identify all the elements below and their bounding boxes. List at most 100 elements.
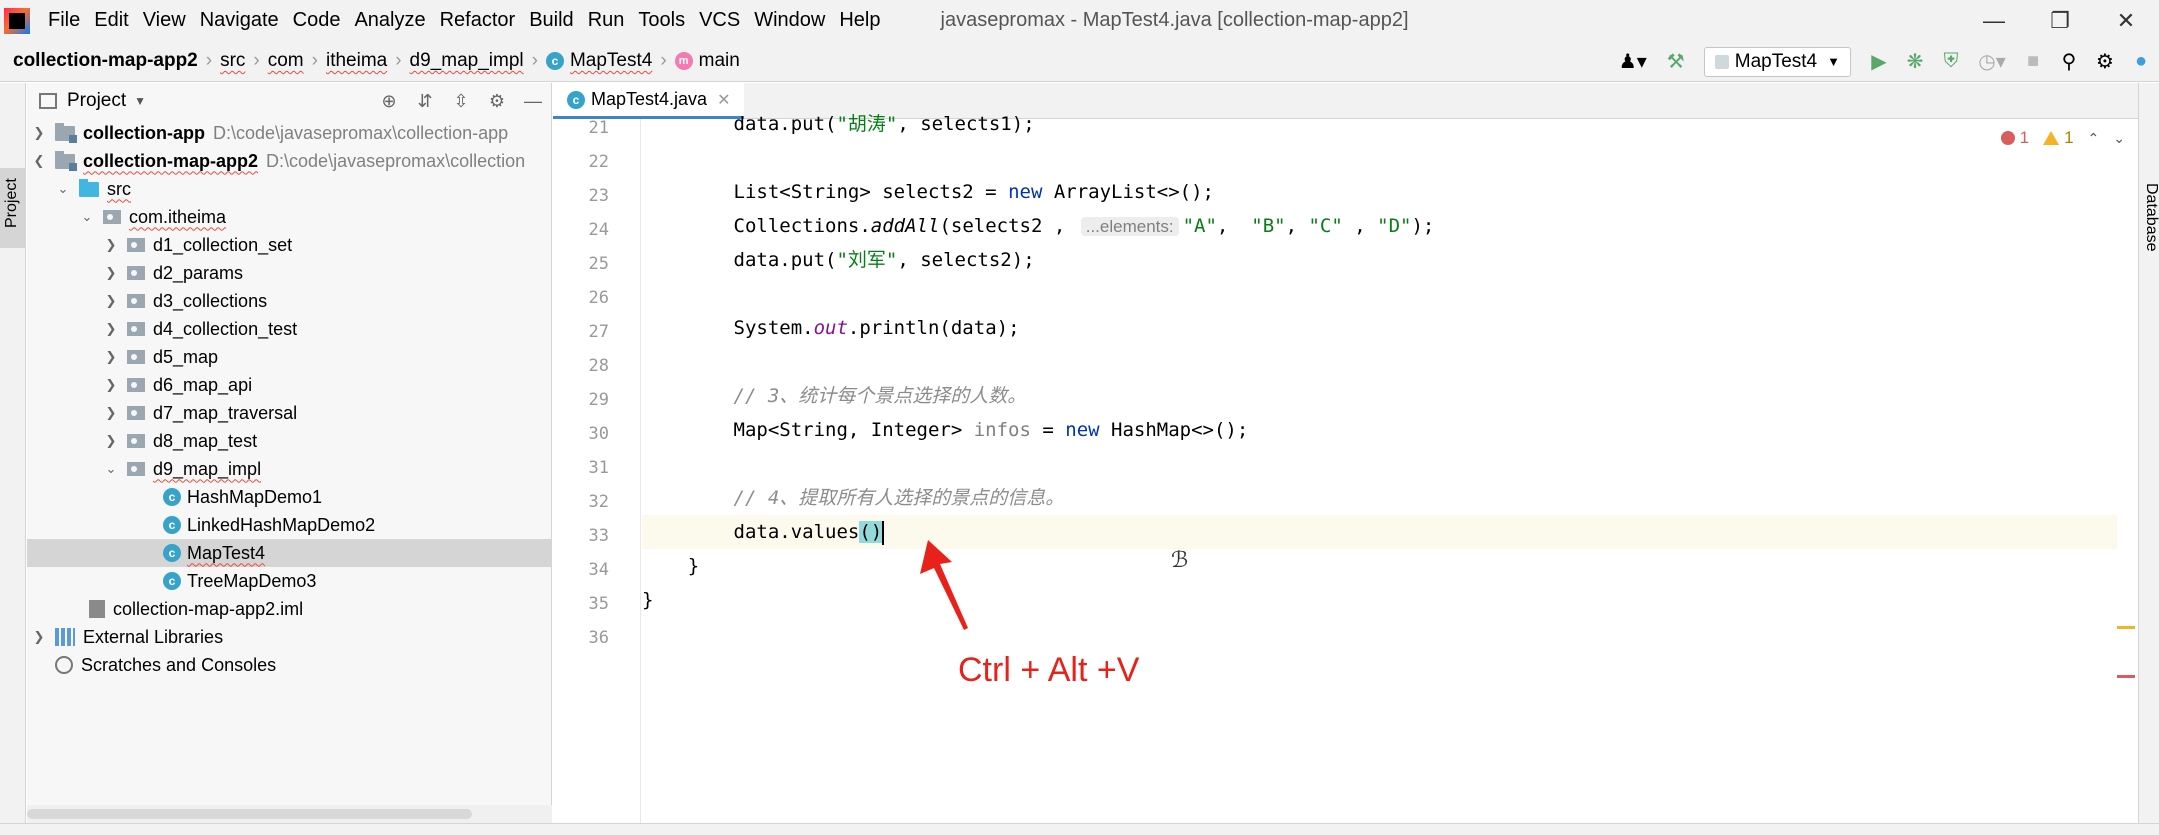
main-toolbar: ♟▾ ⚒ MapTest4 ▼ ▶ ❋ ⛨ ◷▾ ■ ⚲ ⚙ ●	[1608, 41, 2159, 82]
chevron-right-icon[interactable]: ❯	[103, 237, 119, 253]
minimize-icon[interactable]: —	[1961, 0, 2027, 41]
crumb-itheima[interactable]: itheima	[326, 50, 387, 72]
menu-tools[interactable]: Tools	[638, 9, 685, 32]
editor-gutter[interactable]: 21 22 23 24 25 26 27 28 29 30 31 32 33 3…	[553, 118, 641, 823]
code-line: System.out.println(data);	[733, 317, 1020, 339]
tree-item-class[interactable]: c HashMapDemo1	[27, 483, 552, 511]
run-icon[interactable]: ▶	[1866, 49, 1892, 75]
chevron-right-icon[interactable]: ❯	[103, 321, 119, 337]
inspection-widget[interactable]: 1 1 ⌃ ⌄	[2000, 128, 2125, 148]
tree-item-package[interactable]: ❯ d1_collection_set	[27, 231, 552, 259]
chevron-down-icon[interactable]: ⌄	[79, 209, 95, 225]
chevron-down-icon[interactable]: ❮	[31, 153, 47, 169]
close-window-icon[interactable]: ✕	[2093, 0, 2159, 41]
stop-icon[interactable]: ■	[2020, 49, 2046, 75]
profile-icon[interactable]: ◷▾	[1974, 49, 2010, 75]
warning-marker[interactable]	[2117, 626, 2135, 629]
package-icon	[127, 406, 145, 420]
build-hammer-icon[interactable]: ⚒	[1663, 49, 1689, 75]
horizontal-scrollbar[interactable]	[27, 805, 552, 823]
crumb-method[interactable]: m main	[674, 50, 740, 72]
crumb-package[interactable]: d9_map_impl	[410, 50, 524, 72]
tree-item-package[interactable]: ❯ d8_map_test	[27, 427, 552, 455]
tree-item-scratches[interactable]: Scratches and Consoles	[27, 651, 552, 679]
package-icon	[127, 238, 145, 252]
crumb-class[interactable]: c MapTest4	[545, 50, 652, 72]
tree-item-src[interactable]: ⌄ src	[27, 175, 552, 203]
chevron-down-icon[interactable]: ⌄	[2113, 130, 2125, 147]
chevron-right-icon[interactable]: ❯	[103, 433, 119, 449]
debug-icon[interactable]: ❋	[1902, 49, 1928, 75]
line-number: 35	[588, 594, 609, 614]
tree-item-package[interactable]: ⌄ d9_map_impl	[27, 455, 552, 483]
chevron-down-icon[interactable]: ⌄	[103, 461, 119, 477]
run-config-select[interactable]: MapTest4 ▼	[1703, 46, 1851, 77]
coverage-icon[interactable]: ⛨	[1938, 49, 1964, 75]
tree-item-package[interactable]: ❯ d4_collection_test	[27, 315, 552, 343]
database-tool-button[interactable]: Database	[2142, 183, 2159, 252]
tree-item-package[interactable]: ❯ d3_collections	[27, 287, 552, 315]
chevron-right-icon[interactable]: ❯	[103, 405, 119, 421]
chevron-right-icon[interactable]: ❯	[103, 293, 119, 309]
menu-view[interactable]: View	[143, 9, 186, 32]
code-editor[interactable]: data.put("胡涛", selects1); List<String> s…	[642, 113, 2117, 823]
menu-code[interactable]: Code	[293, 9, 341, 32]
tree-item-label: d1_collection_set	[153, 234, 293, 255]
tree-item-iml[interactable]: collection-map-app2.iml	[27, 595, 552, 623]
project-tool-button[interactable]: Project	[0, 168, 25, 248]
scrollbar-thumb[interactable]	[27, 809, 472, 819]
menu-run[interactable]: Run	[588, 9, 625, 32]
project-panel-title[interactable]: Project	[67, 90, 126, 112]
settings-icon[interactable]: ⚙	[2092, 49, 2118, 75]
menu-file[interactable]: File	[48, 9, 80, 32]
error-marker[interactable]	[2117, 675, 2135, 678]
tree-item-external-libraries[interactable]: ❯ External Libraries	[27, 623, 552, 651]
expand-all-icon[interactable]: ⇵	[407, 91, 443, 112]
tree-item-com-itheima[interactable]: ⌄ com.itheima	[27, 203, 552, 231]
line-number: 32	[588, 492, 609, 512]
package-icon	[127, 294, 145, 308]
package-icon	[127, 378, 145, 392]
chevron-up-icon[interactable]: ⌃	[2088, 130, 2100, 147]
hide-icon[interactable]: —	[515, 91, 551, 112]
chevron-down-icon[interactable]: ▼	[134, 94, 146, 108]
plugin-icon[interactable]: ●	[2128, 49, 2154, 75]
crumb-src[interactable]: src	[220, 50, 245, 72]
source-folder-icon	[79, 178, 99, 197]
tree-item-class[interactable]: c TreeMapDemo3	[27, 567, 552, 595]
crumb-project[interactable]: collection-map-app2	[13, 50, 198, 72]
menu-refactor[interactable]: Refactor	[440, 9, 516, 32]
tree-item-package[interactable]: ❯ d6_map_api	[27, 371, 552, 399]
tree-item-collection-app[interactable]: ❯ collection-app D:\code\javasepromax\co…	[27, 119, 552, 147]
tree-item-package[interactable]: ❯ d5_map	[27, 343, 552, 371]
chevron-right-icon[interactable]: ❯	[103, 377, 119, 393]
menu-vcs[interactable]: VCS	[699, 9, 740, 32]
user-account-icon[interactable]: ♟▾	[1613, 49, 1653, 75]
menu-build[interactable]: Build	[529, 9, 573, 32]
chevron-right-icon[interactable]: ❯	[103, 265, 119, 281]
crumb-com[interactable]: com	[268, 50, 304, 72]
chevron-right-icon[interactable]: ❯	[31, 629, 47, 645]
restore-icon[interactable]: ❐	[2027, 0, 2093, 41]
code-line: data.put("刘军", selects2);	[733, 249, 1035, 271]
tree-item-class-selected[interactable]: c MapTest4	[27, 539, 552, 567]
chevron-right-icon[interactable]: ❯	[31, 125, 47, 141]
locate-icon[interactable]: ⊕	[371, 91, 407, 112]
chevron-right-icon[interactable]: ❯	[103, 349, 119, 365]
gear-icon[interactable]: ⚙	[479, 91, 515, 112]
intellij-logo-icon	[4, 7, 30, 34]
menu-help[interactable]: Help	[839, 9, 880, 32]
tree-item-package[interactable]: ❯ d7_map_traversal	[27, 399, 552, 427]
menu-edit[interactable]: Edit	[94, 9, 128, 32]
crumb-method-label: main	[698, 50, 740, 71]
tree-item-package[interactable]: ❯ d2_params	[27, 259, 552, 287]
tree-item-class[interactable]: c LinkedHashMapDemo2	[27, 511, 552, 539]
tree-item-collection-map-app2[interactable]: ❮ collection-map-app2 D:\code\javaseprom…	[27, 147, 552, 175]
menu-navigate[interactable]: Navigate	[200, 9, 279, 32]
chevron-down-icon[interactable]: ⌄	[55, 181, 71, 197]
tree-item-label: collection-map-app2	[83, 150, 259, 171]
menu-analyze[interactable]: Analyze	[354, 9, 425, 32]
menu-window[interactable]: Window	[754, 9, 825, 32]
collapse-all-icon[interactable]: ⇳	[443, 91, 479, 112]
search-icon[interactable]: ⚲	[2056, 49, 2082, 75]
